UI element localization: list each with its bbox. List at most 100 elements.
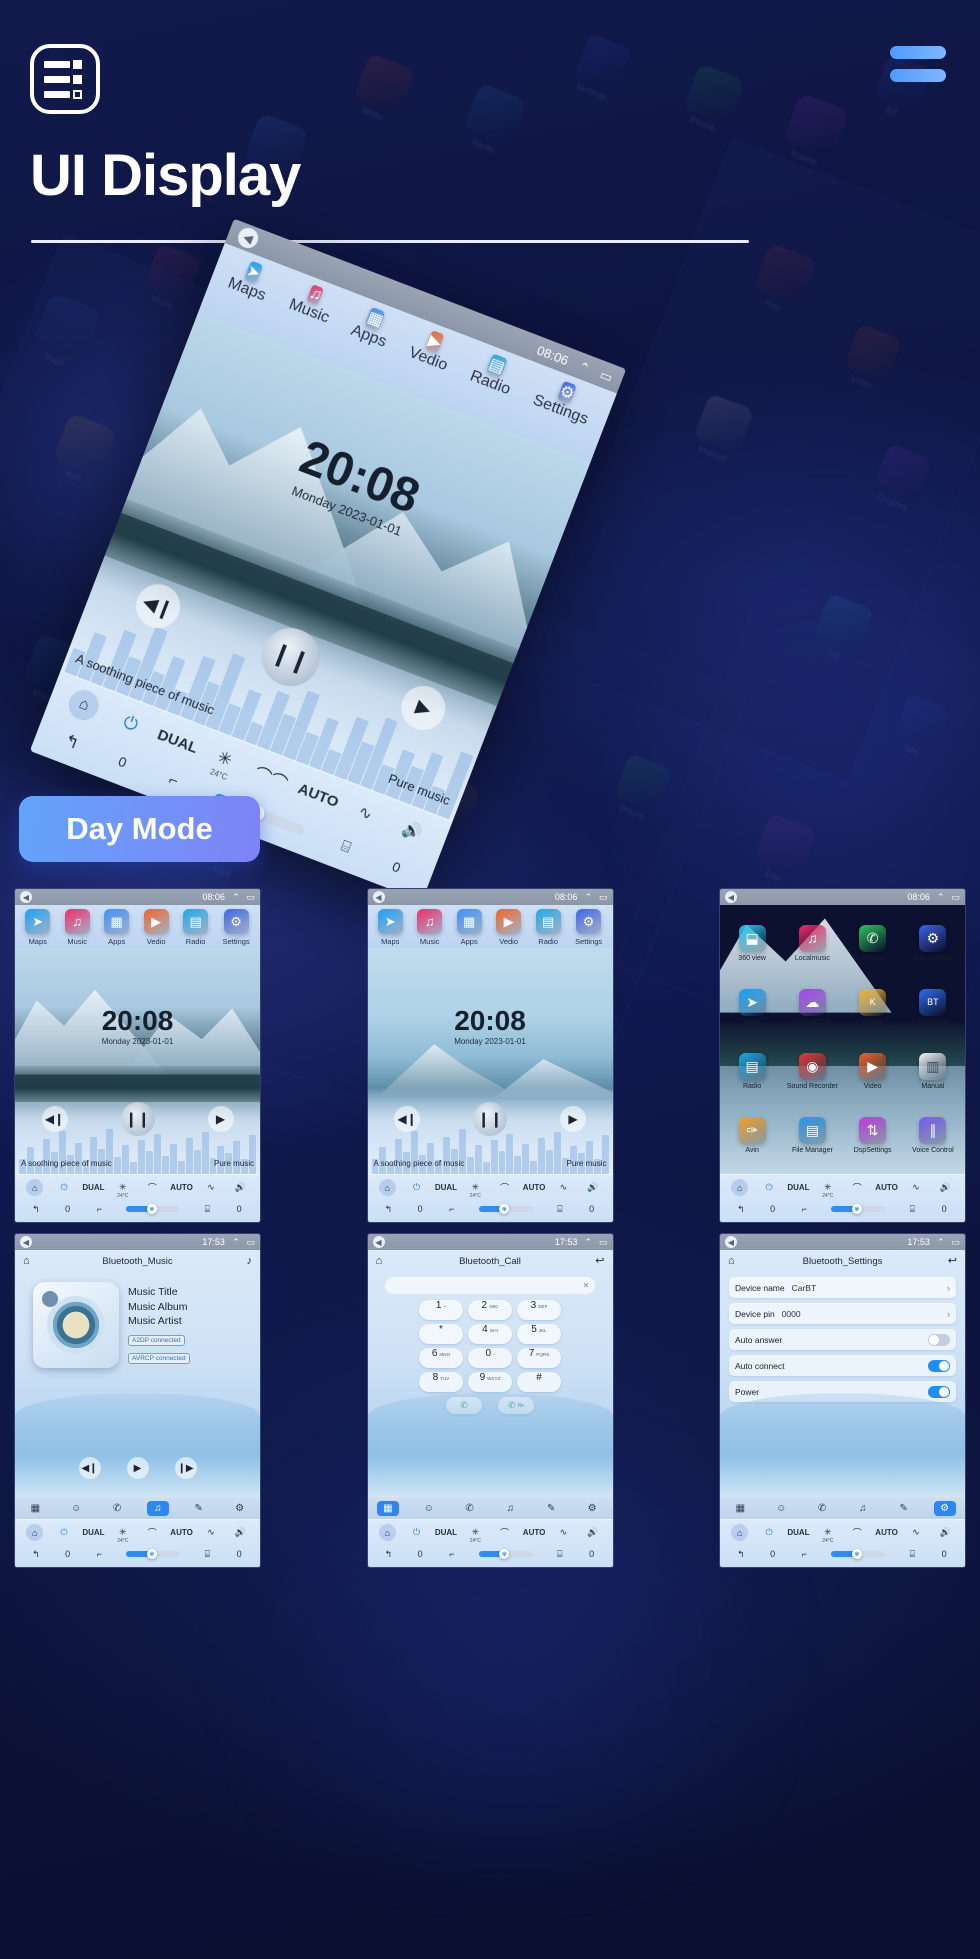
dock-item-radio[interactable]: ▤ Radio bbox=[467, 349, 520, 399]
key-0[interactable]: 0- bbox=[468, 1348, 512, 1368]
app-icon-voice-control[interactable]: ∥ Voice Control bbox=[912, 1117, 954, 1154]
home-icon[interactable]: ⌂ bbox=[728, 1255, 735, 1267]
key-1[interactable]: 1 ~ bbox=[419, 1300, 463, 1320]
clear-x-icon[interactable]: ✕ bbox=[583, 1281, 590, 1290]
dock-item-vedio[interactable]: ▶ Vedio bbox=[406, 325, 457, 375]
previous-track-button[interactable]: ◀❙ bbox=[129, 577, 187, 635]
auto-label[interactable]: AUTO bbox=[167, 1528, 196, 1537]
hamburger-menu-icon[interactable] bbox=[890, 46, 946, 82]
home-button[interactable]: ⌂ bbox=[373, 1524, 402, 1542]
window-icon[interactable]: ▭ bbox=[246, 892, 255, 902]
fan-slider-knob[interactable]: ✾ bbox=[851, 1204, 862, 1215]
volume-icon[interactable]: 🔊 bbox=[931, 1527, 960, 1538]
previous-track-button[interactable]: ◀❙ bbox=[78, 1457, 101, 1479]
back-arrow-icon[interactable]: ↩ bbox=[948, 1255, 957, 1267]
toggle-switch[interactable] bbox=[928, 1385, 950, 1398]
home-icon[interactable]: ⌂ bbox=[376, 1255, 383, 1267]
chevron-right-icon[interactable]: › bbox=[947, 1309, 950, 1319]
chevron-up-icon[interactable]: ⌃ bbox=[584, 1237, 592, 1247]
tab-gear[interactable]: ⚙ bbox=[581, 1501, 603, 1516]
dual-label[interactable]: DUAL bbox=[784, 1528, 813, 1537]
airflow-icon[interactable]: ∿ bbox=[549, 1527, 578, 1538]
seat-icon[interactable]: ⌐ bbox=[789, 1204, 821, 1214]
airflow-icon[interactable]: ∿ bbox=[901, 1527, 930, 1538]
thumbnail-bluetooth-music[interactable]: ◀ 17:53 ⌃ ▭ ⌂ Bluetooth_Music ♪ Music Ti… bbox=[14, 1233, 261, 1568]
phone-number-input[interactable]: ✕ bbox=[384, 1277, 596, 1294]
back-icon[interactable]: ◀ bbox=[235, 225, 262, 251]
auto-label[interactable]: AUTO bbox=[519, 1183, 548, 1192]
seat-heater-icon[interactable]: ⌸ bbox=[896, 1204, 928, 1215]
fan-speed-slider[interactable]: ✾ bbox=[126, 1549, 181, 1560]
volume-icon[interactable]: 🔊 bbox=[931, 1182, 960, 1193]
key-3[interactable]: 3 DEF bbox=[517, 1300, 561, 1320]
app-icon-original-car[interactable]: ☁ Original Car bbox=[794, 988, 831, 1026]
key-4[interactable]: 4 GHI bbox=[468, 1324, 512, 1344]
back-arrow-icon[interactable]: ↰ bbox=[20, 1549, 52, 1560]
chevron-right-icon[interactable]: › bbox=[947, 1283, 950, 1293]
power-icon[interactable]: ⏻ bbox=[402, 1182, 431, 1193]
tab-phone[interactable]: ✆ bbox=[459, 1501, 481, 1516]
seat-heater-icon[interactable]: ⌸ bbox=[191, 1204, 223, 1215]
dock-item-settings[interactable]: ⚙ Settings bbox=[223, 909, 250, 946]
play-pause-button[interactable]: ❙❙ bbox=[120, 1102, 155, 1136]
power-icon[interactable]: ⏻ bbox=[402, 1527, 431, 1538]
app-icon-radio[interactable]: ▤ Radio bbox=[738, 1053, 766, 1090]
snowflake-icon[interactable]: ✳ 24°C bbox=[461, 1527, 490, 1544]
seat-heater-icon[interactable]: ⌸ bbox=[191, 1549, 223, 1560]
play-button[interactable]: ▶ bbox=[126, 1457, 149, 1479]
fan-speed-slider[interactable]: ✾ bbox=[478, 1549, 533, 1560]
next-track-button[interactable]: ▶ bbox=[395, 679, 453, 737]
tab-gear[interactable]: ⚙ bbox=[229, 1501, 251, 1516]
toggle-switch[interactable] bbox=[928, 1359, 950, 1372]
app-icon-manual[interactable]: ▥ Manual bbox=[919, 1053, 947, 1090]
setting-row-auto-connect[interactable]: Auto connect bbox=[729, 1355, 956, 1376]
auto-label[interactable]: AUTO bbox=[292, 778, 345, 812]
power-icon[interactable]: ⏻ bbox=[754, 1527, 783, 1538]
seat-icon[interactable]: ⌐ bbox=[789, 1549, 821, 1559]
dock-item-music[interactable]: ♫ Music bbox=[64, 909, 90, 946]
power-icon[interactable]: ⏻ bbox=[49, 1527, 78, 1538]
back-arrow-icon[interactable]: ↰ bbox=[373, 1204, 405, 1215]
back-arrow-icon[interactable]: ↰ bbox=[725, 1549, 757, 1560]
dual-label[interactable]: DUAL bbox=[79, 1528, 108, 1537]
key-7[interactable]: 7 PQRS bbox=[517, 1348, 561, 1368]
fan-speed-slider[interactable]: ✾ bbox=[126, 1204, 181, 1215]
seat-icon[interactable]: ⌐ bbox=[436, 1549, 468, 1559]
tab-music-note[interactable]: ♫ bbox=[499, 1501, 521, 1516]
tab-phone[interactable]: ✆ bbox=[106, 1501, 128, 1516]
app-icon-bluetooth[interactable]: BT Bluetooth bbox=[918, 988, 948, 1026]
defrost-icon[interactable]: ⌒ bbox=[138, 1526, 167, 1539]
app-icon-360-view[interactable]: ⬓ 360 view bbox=[738, 924, 766, 962]
seat-icon[interactable]: ⌐ bbox=[145, 763, 202, 798]
power-icon[interactable]: ⏻ bbox=[49, 1182, 78, 1193]
back-arrow-icon[interactable]: ↰ bbox=[20, 1204, 52, 1215]
thumbnail-bluetooth-call[interactable]: ◀ 17:53 ⌃ ▭ ⌂ Bluetooth_Call ↩ ✕ 1 ~2 ABC 3… bbox=[366, 1233, 614, 1568]
volume-icon[interactable]: 🔊 bbox=[226, 1527, 255, 1538]
home-button[interactable]: ⌂ bbox=[725, 1524, 754, 1542]
app-icon-phone[interactable]: ✆ Phone bbox=[859, 924, 887, 962]
tab-contacts[interactable]: ☺ bbox=[418, 1501, 440, 1516]
dock-item-maps[interactable]: ➤ Maps bbox=[225, 256, 275, 305]
chevron-up-icon[interactable]: ⌃ bbox=[232, 892, 240, 902]
dock-item-apps[interactable]: ▦ Apps bbox=[456, 909, 482, 946]
snowflake-icon[interactable]: ✳ 24°C bbox=[813, 1182, 842, 1199]
app-icon-maps[interactable]: ➤ Maps bbox=[738, 988, 766, 1026]
volume-icon[interactable]: 🔊 bbox=[578, 1527, 607, 1538]
back-icon[interactable]: ◀ bbox=[20, 1236, 32, 1248]
fan-slider-knob[interactable]: ✾ bbox=[146, 1549, 157, 1560]
home-button[interactable]: ⌂ bbox=[725, 1179, 754, 1197]
window-icon[interactable]: ▭ bbox=[598, 366, 615, 384]
auto-label[interactable]: AUTO bbox=[872, 1528, 901, 1537]
thumbnail-home-screen-1[interactable]: ◀ 08:06 ⌃ ▭ ➤ Maps ♫ Music ▦ Apps ▶ Vedio ▤ Radio… bbox=[14, 888, 261, 1223]
next-track-button[interactable]: ▶ bbox=[207, 1106, 234, 1132]
fan-slider-knob[interactable]: ✾ bbox=[499, 1549, 510, 1560]
defrost-icon[interactable]: ⌒ bbox=[490, 1526, 519, 1539]
airflow-icon[interactable]: ∿ bbox=[196, 1527, 225, 1538]
fan-slider-knob[interactable]: ✾ bbox=[499, 1204, 510, 1215]
play-pause-button[interactable]: ❙❙ bbox=[473, 1102, 507, 1136]
app-icon-car-settings[interactable]: ⚙ Car Settings bbox=[914, 924, 952, 962]
setting-row-device-pin[interactable]: Device pin 0000 › bbox=[729, 1303, 956, 1324]
snowflake-icon[interactable]: ✳ 24°C bbox=[108, 1527, 137, 1544]
key-2[interactable]: 2 ABC bbox=[468, 1300, 512, 1320]
key-8[interactable]: 8 TUV bbox=[419, 1372, 463, 1392]
